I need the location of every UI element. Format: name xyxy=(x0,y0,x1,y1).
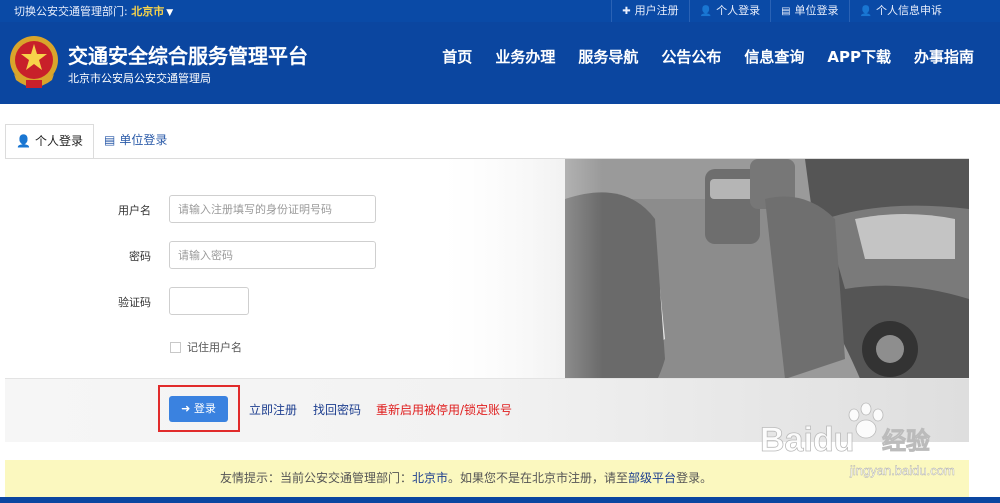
notice-prefix: 友情提示：当前公安交通管理部门： xyxy=(220,471,413,485)
login-button[interactable]: ➜ 登录 xyxy=(169,396,228,422)
notice-middle: 。如果您不是在北京市注册，请至 xyxy=(448,471,629,485)
watermark-brand-cn: 经验 xyxy=(882,427,930,455)
top-link-label: 用户注册 xyxy=(634,4,679,17)
top-link-personal-login[interactable]: 👤 个人登录 xyxy=(688,0,770,22)
nav-home[interactable]: 首页 xyxy=(442,46,472,67)
notice-city: 北京市 xyxy=(412,471,449,485)
site-header: 交通安全综合服务管理平台 北京市公安局公安交通管理局 首页 业务办理 服务导航 … xyxy=(0,22,1000,104)
nav-service-guide[interactable]: 服务导航 xyxy=(578,46,638,67)
reactivate-account-link[interactable]: 重新启用被停用/锁定账号 xyxy=(376,401,512,418)
recover-password-link[interactable]: 找回密码 xyxy=(313,401,361,418)
user-icon: 👤 xyxy=(699,6,713,17)
top-link-label: 个人信息申诉 xyxy=(876,4,942,17)
ministry-platform-link[interactable]: 部级平台 xyxy=(628,471,676,485)
user-icon: 👤 xyxy=(859,6,872,17)
nav-info-query[interactable]: 信息查询 xyxy=(744,46,804,67)
captcha-input[interactable] xyxy=(169,287,249,315)
document-icon: ▤ xyxy=(781,6,791,17)
tab-label: 单位登录 xyxy=(119,133,168,147)
remember-username[interactable]: 记住用户名 xyxy=(170,339,242,355)
top-link-label: 个人登录 xyxy=(716,4,761,17)
login-button-label: 登录 xyxy=(193,402,216,415)
top-bar: 切换公安交通管理部门: 北京市 ▼ ✚ 用户注册 👤 个人登录 ▤ 单位登录 👤 个人信息… xyxy=(0,0,1000,22)
main-nav: 首页 业务办理 服务导航 公告公布 信息查询 APP下载 办事指南 xyxy=(419,46,974,67)
remember-checkbox[interactable] xyxy=(170,341,181,353)
tab-personal-login[interactable]: 👤 个人登录 xyxy=(5,124,94,159)
document-icon: ▤ xyxy=(103,133,116,147)
remember-label: 记住用户名 xyxy=(187,341,242,354)
dept-city[interactable]: 北京市 xyxy=(131,5,164,18)
bottom-bar xyxy=(0,497,1000,503)
nav-guide[interactable]: 办事指南 xyxy=(914,46,974,67)
nav-announcements[interactable]: 公告公布 xyxy=(661,46,721,67)
watermark-brand: Baidu xyxy=(760,421,854,459)
dept-switcher-label: 切换公安交通管理部门: xyxy=(14,5,132,18)
password-label: 密码 xyxy=(129,250,151,263)
register-link[interactable]: 立即注册 xyxy=(249,401,297,418)
caret-down-icon[interactable]: ▼ xyxy=(166,8,173,18)
site-subtitle: 北京市公安局公安交通管理局 xyxy=(68,72,211,85)
notice-text: 友情提示：当前公安交通管理部门：北京市。如果您不是在北京市注册，请至部级平台登录… xyxy=(220,460,712,497)
site-title: 交通安全综合服务管理平台 xyxy=(68,44,308,68)
top-link-label: 单位登录 xyxy=(794,4,839,17)
notice-suffix: 登录。 xyxy=(676,471,713,485)
tab-company-login[interactable]: ▤ 单位登录 xyxy=(94,124,177,159)
baidu-jingyan-watermark: Baidu 经验 jingyan.baidu.com xyxy=(760,402,955,478)
dept-switcher[interactable]: 切换公安交通管理部门: 北京市 ▼ xyxy=(14,3,173,19)
password-input[interactable] xyxy=(169,241,376,269)
watermark-url: jingyan.baidu.com xyxy=(849,463,955,478)
plus-icon: ✚ xyxy=(622,6,631,17)
username-input[interactable] xyxy=(169,195,376,223)
captcha-label: 验证码 xyxy=(118,296,151,309)
username-label: 用户名 xyxy=(118,204,151,217)
nav-app-download[interactable]: APP下载 xyxy=(827,46,891,67)
user-icon: 👤 xyxy=(16,134,31,148)
top-link-company-login[interactable]: ▤ 单位登录 xyxy=(770,0,848,22)
top-link-appeal[interactable]: 👤 个人信息申诉 xyxy=(848,0,952,22)
police-emblem-icon xyxy=(10,36,58,88)
login-icon: ➜ xyxy=(181,402,194,415)
top-link-register[interactable]: ✚ 用户注册 xyxy=(611,0,688,22)
nav-business[interactable]: 业务办理 xyxy=(495,46,555,67)
tab-label: 个人登录 xyxy=(34,134,83,148)
top-links: ✚ 用户注册 👤 个人登录 ▤ 单位登录 👤 个人信息申诉 xyxy=(611,0,952,22)
login-tabs: 👤 个人登录 ▤ 单位登录 xyxy=(5,124,177,159)
